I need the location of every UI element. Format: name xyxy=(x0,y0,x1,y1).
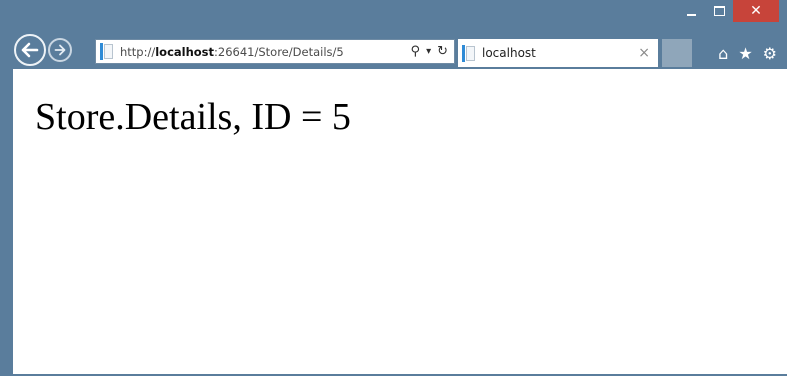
url-path: :26641/Store/Details/5 xyxy=(214,44,344,59)
maximize-icon xyxy=(713,6,725,16)
tab-localhost[interactable]: localhost × xyxy=(458,39,658,67)
close-icon: ✕ xyxy=(750,3,762,19)
toolbar: ⌂ ★ ⚙ xyxy=(718,39,777,67)
settings-gear-icon[interactable]: ⚙ xyxy=(763,44,777,63)
page-heading: Store.Details, ID = 5 xyxy=(35,96,351,138)
page-content: Store.Details, ID = 5 xyxy=(13,69,787,376)
favorites-star-icon[interactable]: ★ xyxy=(738,44,752,63)
search-icon[interactable]: ⚲ xyxy=(411,44,421,59)
minimize-icon xyxy=(686,14,696,16)
tab-page-icon xyxy=(462,44,476,62)
new-tab-button[interactable] xyxy=(662,39,692,67)
browser-window: ✕ http://localhost:26641/Store/Details/5… xyxy=(0,0,787,376)
maximize-button[interactable] xyxy=(705,0,733,22)
url-field[interactable]: http://localhost:26641/Store/Details/5 xyxy=(120,45,411,59)
refresh-icon[interactable]: ↻ xyxy=(437,44,448,59)
minimize-button[interactable] xyxy=(677,0,705,22)
window-controls: ✕ xyxy=(677,0,779,22)
back-button[interactable] xyxy=(14,34,46,66)
home-icon[interactable]: ⌂ xyxy=(718,44,728,63)
forward-button[interactable] xyxy=(48,38,72,62)
page-icon xyxy=(100,43,114,60)
navigation-bar: http://localhost:26641/Store/Details/5 ⚲… xyxy=(14,34,787,68)
address-bar[interactable]: http://localhost:26641/Store/Details/5 ⚲… xyxy=(95,39,455,64)
forward-arrow-icon xyxy=(54,44,66,56)
chevron-down-icon[interactable]: ▾ xyxy=(426,46,431,57)
url-prefix: http:// xyxy=(120,44,156,59)
tab-close-icon[interactable]: × xyxy=(638,45,658,61)
url-host: localhost xyxy=(155,44,215,59)
address-tools: ⚲ ▾ ↻ xyxy=(411,44,454,59)
close-window-button[interactable]: ✕ xyxy=(733,0,779,22)
back-arrow-icon xyxy=(21,42,39,58)
tab-title: localhost xyxy=(482,46,536,60)
